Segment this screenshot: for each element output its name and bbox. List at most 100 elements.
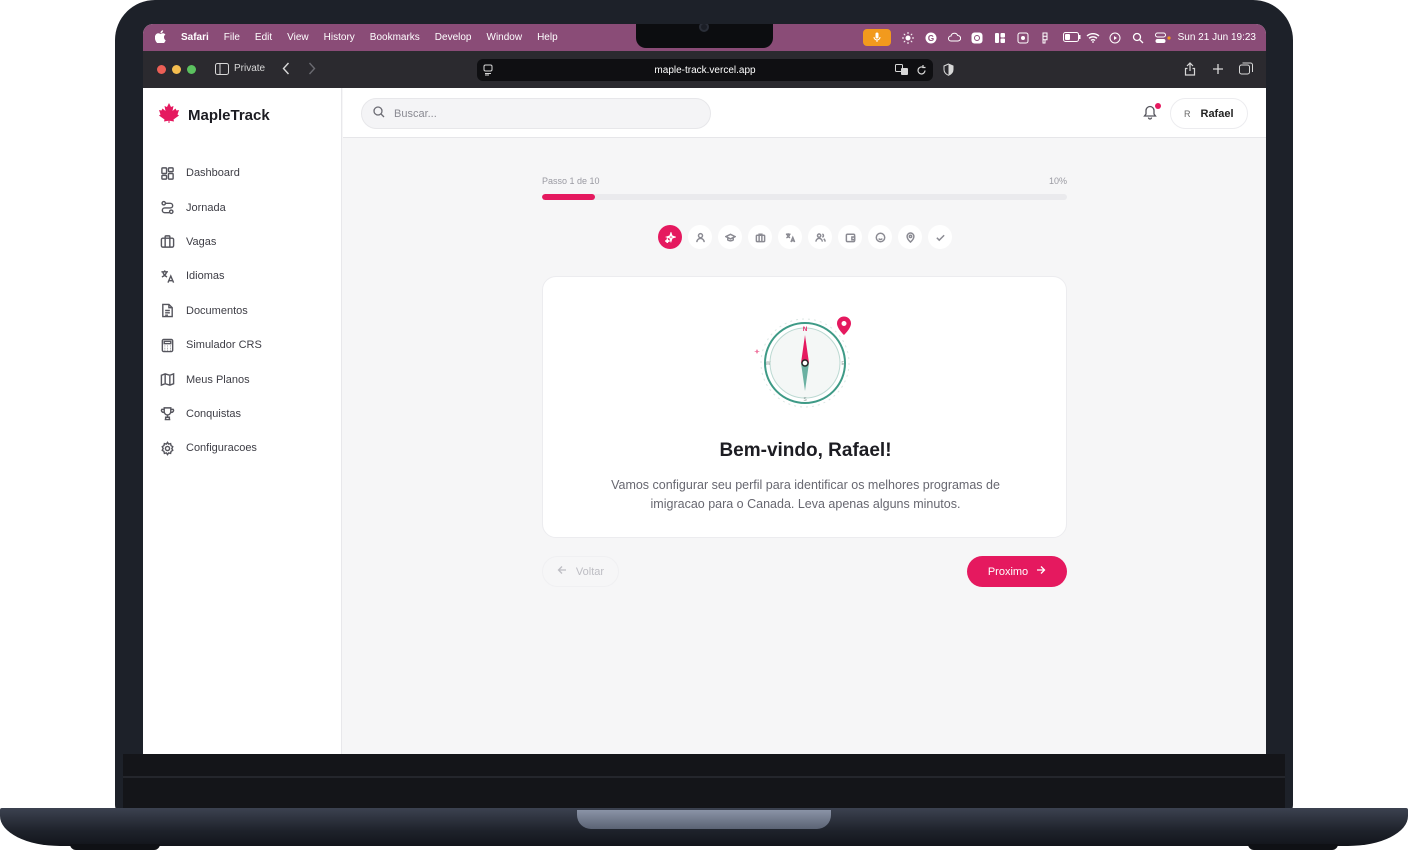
svg-text:G: G <box>927 34 933 43</box>
step-review[interactable] <box>928 225 952 249</box>
grammarly-icon[interactable]: G <box>925 32 937 44</box>
page-menu-icon[interactable] <box>483 64 493 79</box>
sparkles-icon <box>664 231 676 243</box>
step-family[interactable] <box>808 225 832 249</box>
sidebar-item-conquistas[interactable]: Conquistas <box>160 397 262 431</box>
menu-window[interactable]: Window <box>487 32 523 43</box>
menu-app-name[interactable]: Safari <box>181 32 209 43</box>
route-icon <box>161 200 174 215</box>
step-preferences[interactable] <box>868 225 892 249</box>
search-box[interactable] <box>361 98 711 129</box>
step-work[interactable] <box>748 225 772 249</box>
menu-bookmarks[interactable]: Bookmarks <box>370 32 420 43</box>
search-input[interactable] <box>394 107 684 120</box>
briefcase-icon <box>755 233 765 242</box>
sidebar-item-vagas[interactable]: Vagas <box>160 225 262 259</box>
step-finances[interactable] <box>838 225 862 249</box>
sidebar-item-label: Configuracoes <box>186 442 257 455</box>
next-button[interactable]: Proximo <box>967 556 1067 587</box>
step-languages[interactable] <box>778 225 802 249</box>
back-icon[interactable] <box>282 62 290 78</box>
window-close-button[interactable] <box>157 65 166 74</box>
sidebar-item-label: Jornada <box>186 201 226 214</box>
brand[interactable]: MapleTrack <box>158 102 270 128</box>
sidebar-item-configuracoes[interactable]: Configuracoes <box>160 431 262 465</box>
battery-icon[interactable] <box>1062 31 1081 44</box>
translate-page-icon[interactable] <box>895 64 909 79</box>
cloud-sync-icon[interactable] <box>947 32 961 44</box>
wifi-icon[interactable] <box>1086 32 1100 44</box>
step-welcome[interactable] <box>658 225 682 249</box>
menu-edit[interactable]: Edit <box>255 32 272 43</box>
step-education[interactable] <box>718 225 742 249</box>
shield-icon[interactable] <box>943 63 954 79</box>
forward-icon[interactable] <box>308 62 316 78</box>
step-indicator <box>658 225 952 249</box>
layout-icon[interactable] <box>994 32 1006 44</box>
screen-capture-icon[interactable] <box>1017 32 1029 44</box>
url-text[interactable]: maple-track.vercel.app <box>654 65 755 76</box>
window-minimize-button[interactable] <box>172 65 181 74</box>
step-location[interactable] <box>898 225 922 249</box>
sidebar-item-documentos[interactable]: Documentos <box>160 294 262 328</box>
sidebar-item-label: Conquistas <box>186 407 242 420</box>
laptop-foot-right <box>1248 844 1338 850</box>
menu-help[interactable]: Help <box>537 32 558 43</box>
step-profile[interactable] <box>688 225 712 249</box>
apple-icon[interactable] <box>154 29 169 46</box>
play-circle-icon[interactable] <box>1109 32 1121 44</box>
sidebar-item-simulador-crs[interactable]: Simulador CRS <box>160 328 262 362</box>
sidebar-item-label: Dashboard <box>186 167 240 180</box>
openai-icon[interactable] <box>971 32 983 44</box>
new-tab-icon[interactable] <box>1212 63 1224 78</box>
step-counter: Passo 1 de 10 <box>542 176 600 186</box>
sun-icon[interactable] <box>901 31 914 44</box>
brand-name: MapleTrack <box>188 106 270 124</box>
sidebar-toggle-icon[interactable] <box>215 63 229 78</box>
laptop-chin <box>123 754 1285 810</box>
microphone-icon[interactable] <box>862 29 891 46</box>
back-button[interactable]: Voltar <box>542 556 619 587</box>
laptop-foot-left <box>70 844 160 850</box>
menu-develop[interactable]: Develop <box>435 32 472 43</box>
control-center-icon[interactable] <box>1154 32 1171 44</box>
menu-view[interactable]: View <box>287 32 309 43</box>
document-icon <box>162 303 173 318</box>
menubar-clock[interactable]: Sun 21 Jun 19:23 <box>1178 32 1256 43</box>
app-window: MapleTrack Dashboard Jornada Vagas Idiom… <box>143 88 1266 754</box>
gear-icon <box>161 440 174 456</box>
menu-history[interactable]: History <box>324 32 355 43</box>
graduation-cap-icon <box>724 232 736 242</box>
users-icon <box>814 232 826 242</box>
figma-icon[interactable] <box>1040 32 1052 44</box>
menu-file[interactable]: File <box>224 32 240 43</box>
private-label: Private <box>234 63 266 74</box>
sidebar-item-meus-planos[interactable]: Meus Planos <box>160 362 262 396</box>
main-content: Passo 1 de 10 10% N S W E Bem-vindo, Raf… <box>343 138 1266 754</box>
window-zoom-button[interactable] <box>187 65 196 74</box>
welcome-description: Vamos configurar seu perfil para identif… <box>611 478 1000 511</box>
spotlight-search-icon[interactable] <box>1132 32 1144 44</box>
user-icon <box>695 232 705 242</box>
sidebar-item-dashboard[interactable]: Dashboard <box>160 156 262 190</box>
briefcase-icon <box>160 235 175 249</box>
arrow-right-icon <box>1036 565 1046 578</box>
user-menu[interactable]: R Rafael <box>1170 98 1248 129</box>
tab-overview-icon[interactable] <box>1239 62 1253 78</box>
user-name: Rafael <box>1200 107 1234 120</box>
sidebar-item-jornada[interactable]: Jornada <box>160 190 262 224</box>
back-button-label: Voltar <box>575 565 605 578</box>
share-icon[interactable] <box>1184 62 1196 79</box>
calculator-icon <box>161 338 174 352</box>
sidebar-item-label: Meus Planos <box>186 373 250 386</box>
progress-percent: 10% <box>1048 176 1067 186</box>
maple-leaf-icon <box>158 102 180 128</box>
address-bar[interactable]: maple-track.vercel.app <box>477 59 933 81</box>
sidebar-item-idiomas[interactable]: Idiomas <box>160 259 262 293</box>
screen: Safari File Edit View History Bookmarks … <box>143 24 1266 754</box>
reload-icon[interactable] <box>916 64 927 79</box>
sidebar-item-label: Documentos <box>186 304 248 317</box>
next-button-label: Proximo <box>987 565 1029 578</box>
arrow-left-icon <box>557 565 567 578</box>
status-area: G Sun 21 Jun 19:23 <box>862 24 1256 51</box>
